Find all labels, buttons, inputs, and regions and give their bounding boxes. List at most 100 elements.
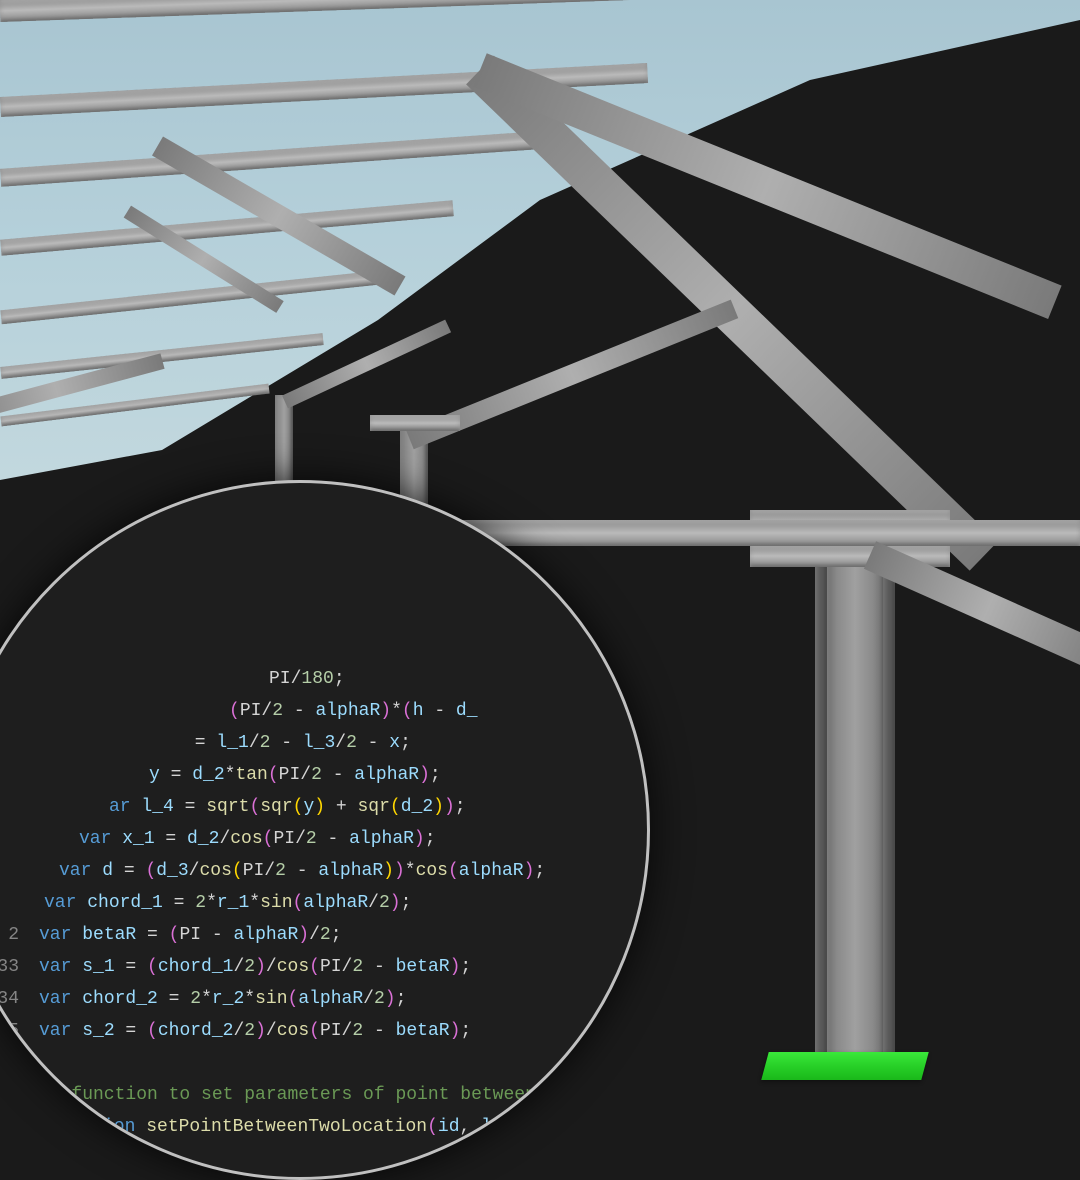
- code-token-bracket-yellow: ): [433, 797, 444, 817]
- code-token-number: 2: [352, 957, 363, 977]
- code-token-variable: betaR: [396, 957, 450, 977]
- code-token-number: 2: [374, 989, 385, 1009]
- code-token-operator: =: [115, 957, 147, 977]
- code-line: PI/180;: [213, 663, 579, 695]
- code-token-variable: r_1: [217, 893, 249, 913]
- code-token-function: sqr: [358, 797, 390, 817]
- code-token-paren: (: [147, 1021, 158, 1041]
- code-token-variable: d: [102, 861, 113, 881]
- code-token-paren: (: [309, 1021, 320, 1041]
- code-token-keyword: var: [39, 925, 82, 945]
- code-token-variable: chord_1: [158, 957, 234, 977]
- connection-plate: [370, 415, 460, 431]
- code-token-operator: /: [300, 765, 311, 785]
- code-token-text: ;: [455, 797, 466, 817]
- code-token-operator: -: [283, 701, 315, 721]
- line-number: 2: [0, 919, 19, 951]
- code-token-operator: /: [249, 733, 260, 753]
- code-editor-content: PI/180;(PI/2 - alphaR)*(h - d_ = l_1/2 -…: [0, 663, 579, 1175]
- code-token-variable: d_3: [156, 861, 188, 881]
- code-line: var chord_1 = 2*r_1*sin(alphaR/2);: [0, 887, 579, 919]
- code-line: 9{: [23, 1143, 579, 1175]
- code-token-number: 2: [190, 989, 201, 1009]
- code-token-operator: *: [249, 893, 260, 913]
- code-token-operator: -: [201, 925, 233, 945]
- code-token-operator: =: [160, 765, 192, 785]
- code-token-function: cos: [199, 861, 231, 881]
- code-token-variable: alphaR: [298, 989, 363, 1009]
- code-token-paren: (: [147, 957, 158, 977]
- code-token-number: 2: [379, 893, 390, 913]
- code-token-operator: *: [405, 861, 416, 881]
- code-token-variable: alphaR: [303, 893, 368, 913]
- code-token-operator: =: [158, 989, 190, 1009]
- line-number: 35: [0, 1015, 19, 1047]
- code-token-variable: s_1: [82, 957, 114, 977]
- code-token-text: ;: [430, 765, 441, 785]
- code-token-operator: /: [233, 1021, 244, 1041]
- code-token-variable: d_: [456, 701, 478, 721]
- code-token-variable: id: [438, 1117, 460, 1137]
- code-token-number: 2: [311, 765, 322, 785]
- code-token-number: 2: [195, 893, 206, 913]
- code-token-variable: l_4: [141, 797, 173, 817]
- code-token-number: 2: [320, 925, 331, 945]
- code-token-bracket-yellow: (: [390, 797, 401, 817]
- code-token-operator: /: [363, 989, 374, 1009]
- code-token-variable: chord_2: [82, 989, 158, 1009]
- code-token-variable: y: [149, 765, 160, 785]
- code-line: var x_1 = d_2/cos(PI/2 - alphaR);: [23, 823, 579, 855]
- code-token-variable: x_1: [122, 829, 154, 849]
- code-token-operator: /: [219, 829, 230, 849]
- code-token-operator: *: [201, 989, 212, 1009]
- code-token-paren: (: [309, 957, 320, 977]
- code-token-variable: alphaR: [349, 829, 414, 849]
- code-token-text: ;: [396, 989, 407, 1009]
- code-line: (PI/2 - alphaR)*(h - d_: [173, 695, 579, 727]
- code-token-number: 2: [272, 701, 283, 721]
- code-token-bracket-yellow: (: [293, 797, 304, 817]
- code-token-operator: =: [113, 861, 145, 881]
- code-token-operator: -: [363, 957, 395, 977]
- code-token-variable: x: [389, 733, 400, 753]
- code-token-paren: ): [524, 861, 535, 881]
- code-token-paren: (: [427, 1117, 438, 1137]
- code-token-variable: betaR: [82, 925, 136, 945]
- code-token-operator: /: [295, 829, 306, 849]
- code-token-keyword: function: [49, 1117, 146, 1137]
- code-token-text: ;: [400, 733, 411, 753]
- code-token-text: ;: [334, 669, 345, 689]
- code-token-paren: (: [268, 765, 279, 785]
- code-line: = l_1/2 - l_3/2 - x;: [128, 727, 579, 759]
- code-token-variable: chord_2: [158, 1021, 234, 1041]
- code-token-operator: /: [266, 957, 277, 977]
- code-token-variable: h: [413, 701, 424, 721]
- code-line: 37// function to set parameters of point…: [0, 1079, 579, 1111]
- code-token-text: ;: [460, 1021, 471, 1041]
- code-token-text: PI: [273, 829, 295, 849]
- code-token-variable: betaR: [396, 1021, 450, 1041]
- code-token-text: ;: [460, 957, 471, 977]
- code-token-variable: alphaR: [459, 861, 524, 881]
- code-token-function: cos: [277, 1021, 309, 1041]
- code-token-paren: ): [255, 1021, 266, 1041]
- code-token-paren: ): [385, 989, 396, 1009]
- code-token-paren: ): [450, 1021, 461, 1041]
- line-number: 33: [0, 951, 19, 983]
- line-number: 37: [0, 1079, 19, 1111]
- code-token-variable: d_2: [192, 765, 224, 785]
- code-token-number: 180: [301, 669, 333, 689]
- code-token-operator: *: [391, 701, 402, 721]
- code-token-operator: -: [363, 1021, 395, 1041]
- code-token-number: 2: [275, 861, 286, 881]
- code-token-keyword: var: [39, 989, 82, 1009]
- code-token-keyword: var: [44, 893, 87, 913]
- code-line: y = d_2*tan(PI/2 - alphaR);: [93, 759, 579, 791]
- code-token-operator: /: [264, 861, 275, 881]
- code-token-text: ,: [460, 1117, 482, 1137]
- code-token-operator: /: [266, 1021, 277, 1041]
- code-token-function: cos: [416, 861, 448, 881]
- code-token-variable: l_3: [303, 733, 335, 753]
- code-token-keyword: var: [59, 861, 102, 881]
- code-token-number: 2: [306, 829, 317, 849]
